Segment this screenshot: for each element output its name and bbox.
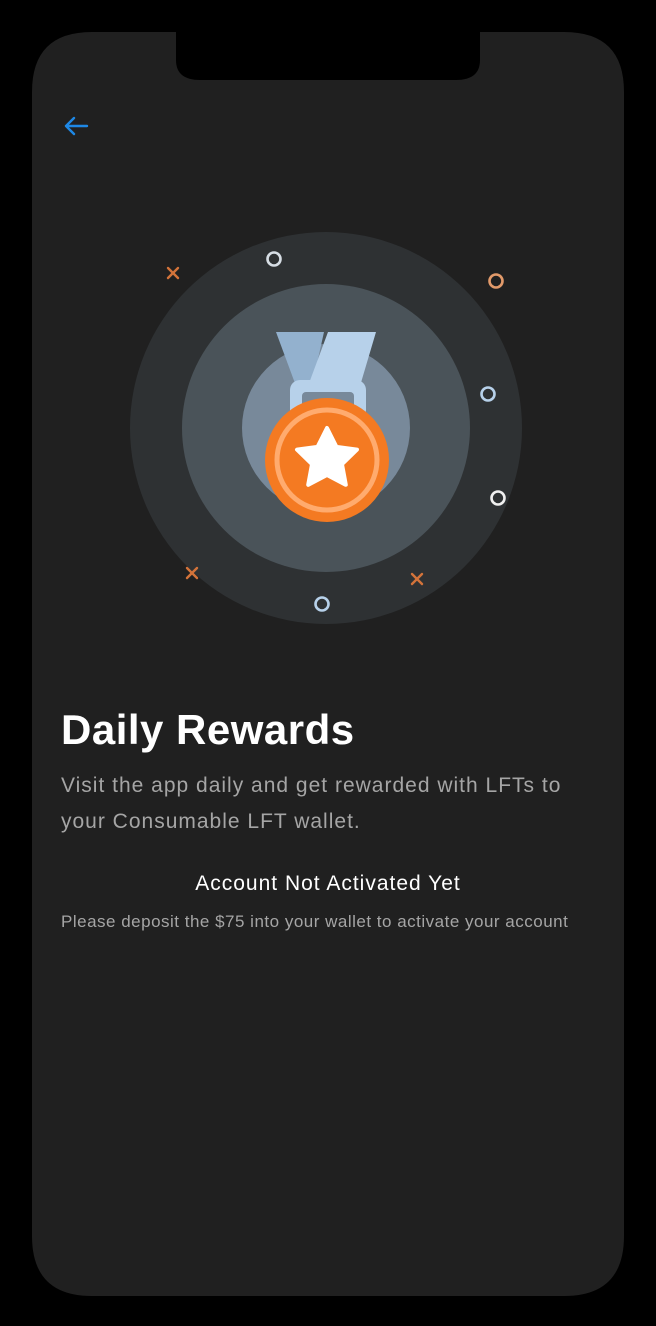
sparkle-ring — [488, 273, 504, 289]
page-title: Daily Rewards — [61, 706, 355, 753]
arrow-left-icon — [64, 116, 89, 136]
back-button[interactable] — [56, 106, 96, 146]
page-subtitle: Visit the app daily and get rewarded wit… — [61, 774, 562, 833]
daily-rewards-illustration — [130, 232, 522, 624]
activation-status-title: Account Not Activated Yet — [195, 872, 461, 895]
screen-background — [32, 32, 624, 1296]
phone-frame: Daily Rewards Visit the app daily and ge… — [0, 0, 656, 1326]
activation-status-description: Please deposit the $75 into your wallet … — [61, 912, 569, 931]
sparkle-cross — [166, 266, 180, 280]
device-bezel — [32, 32, 624, 1296]
